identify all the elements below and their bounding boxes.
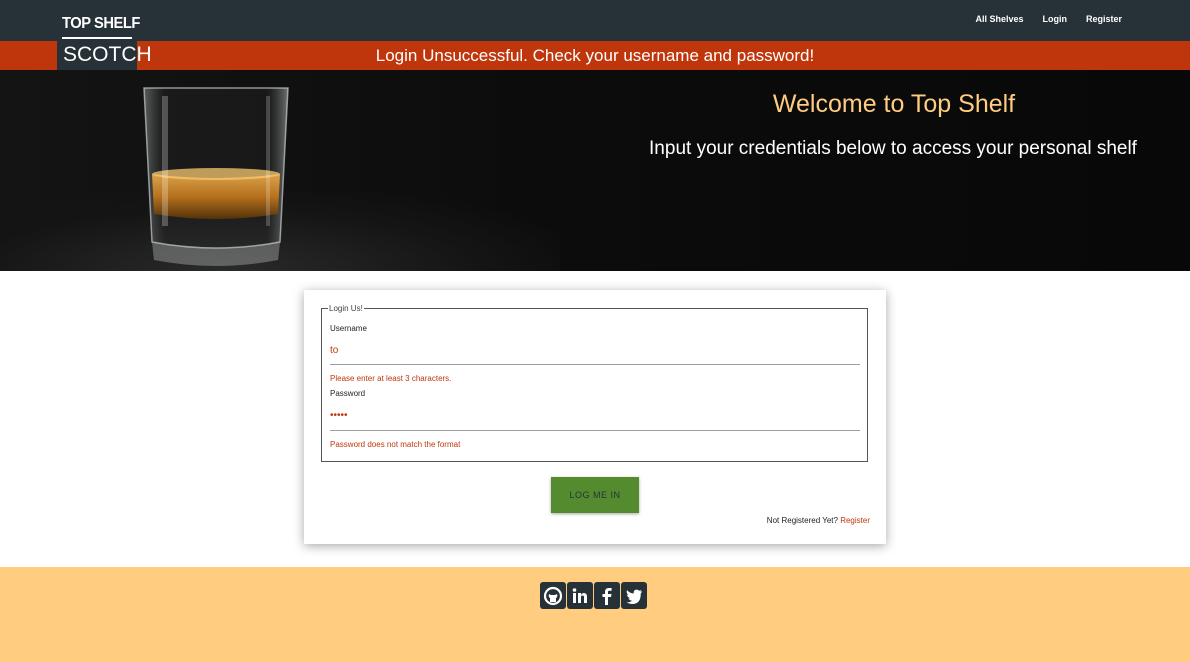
hero-banner: Welcome to Top Shelf Input your credenti… (0, 70, 1190, 271)
linkedin-icon[interactable] (567, 582, 593, 609)
register-prompt-text: Not Registered Yet? (766, 516, 838, 525)
top-navbar: All Shelves Login Register (0, 0, 1190, 41)
hero-title: Welcome to Top Shelf (772, 90, 1016, 118)
brand-logo-bottom: SCOTCH (57, 40, 152, 70)
login-submit-button[interactable]: LOG ME IN (551, 477, 639, 513)
register-prompt: Not Registered Yet? Register (767, 516, 870, 525)
brand-logo-divider (62, 37, 132, 39)
nav-register-link[interactable]: Register (1086, 14, 1122, 24)
password-input[interactable]: ••••• (330, 410, 348, 421)
social-links (540, 582, 647, 609)
hero-subtitle: Input your credentials below to access y… (649, 138, 1137, 159)
nav-all-shelves-link[interactable]: All Shelves (975, 14, 1023, 24)
login-fieldset: Login Us! Username to Please enter at le… (321, 304, 868, 462)
twitter-icon[interactable] (621, 582, 647, 609)
password-underline (330, 430, 860, 431)
password-error: Password does not match the format (330, 440, 461, 449)
login-card: Login Us! Username to Please enter at le… (304, 290, 886, 544)
whisky-glass-image (143, 87, 289, 266)
username-input[interactable]: to (330, 345, 338, 356)
nav-login-link[interactable]: Login (1042, 14, 1067, 24)
password-label: Password (330, 389, 366, 398)
facebook-icon[interactable] (594, 582, 620, 609)
login-fieldset-legend: Login Us! (328, 304, 364, 313)
login-error-alert: Login Unsuccessful. Check your username … (0, 41, 1190, 70)
username-label: Username (330, 324, 367, 333)
brand-logo[interactable]: TOP SHELF SCOTCH (57, 13, 152, 70)
footer (0, 567, 1190, 662)
username-error: Please enter at least 3 characters. (330, 374, 452, 383)
username-underline (330, 364, 860, 365)
nav-links: All Shelves Login Register (975, 14, 1122, 24)
github-icon[interactable] (540, 582, 566, 609)
brand-logo-top: TOP SHELF (62, 15, 140, 32)
register-link[interactable]: Register (840, 516, 870, 525)
